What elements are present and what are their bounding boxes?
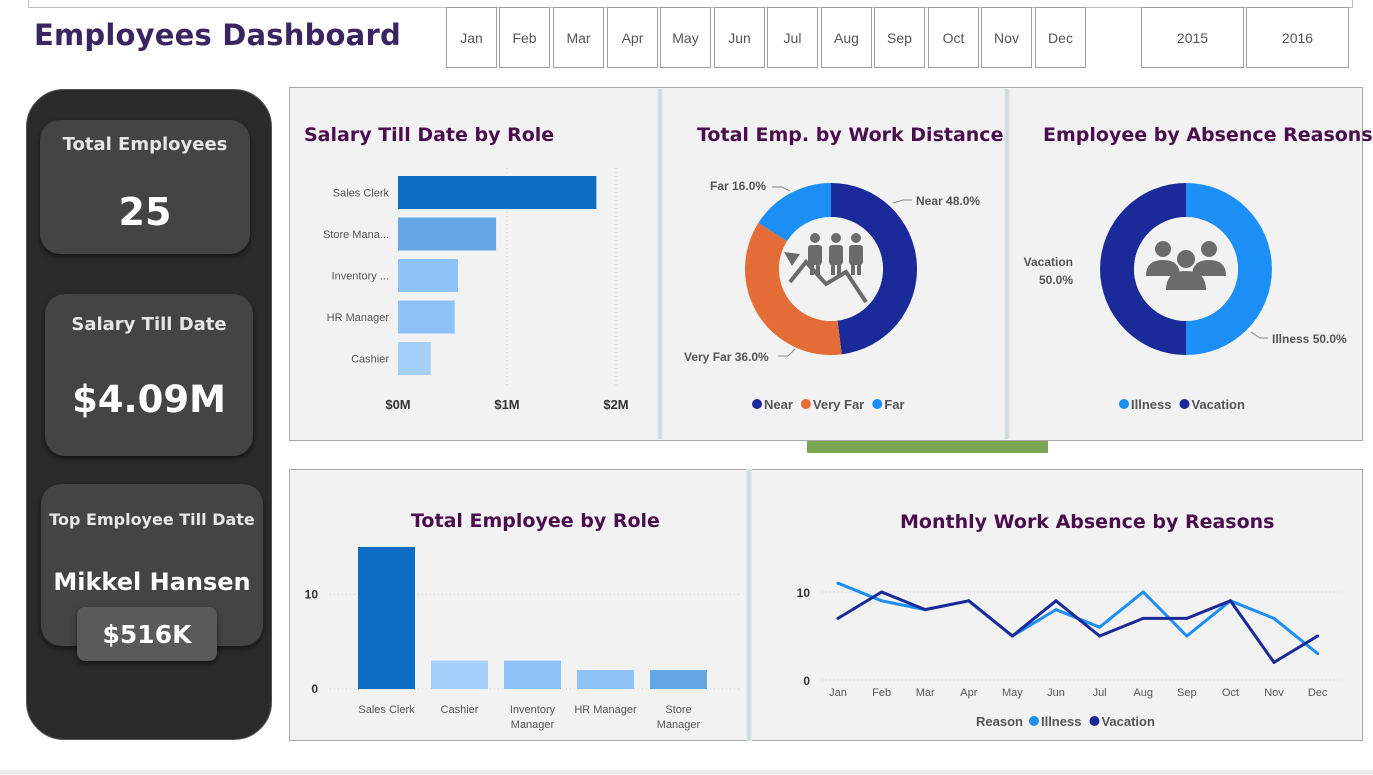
legend-marker [1089,716,1100,726]
x-tick-label: Jul [1093,687,1107,699]
x-tick-label: Oct [1222,687,1239,699]
data-point[interactable] [1141,616,1145,620]
data-point[interactable] [1316,652,1320,656]
legend-item[interactable]: Illness [1041,714,1081,729]
x-tick-label: Mar [916,687,935,699]
data-point[interactable] [1054,599,1058,603]
x-tick-label: Jan [829,687,847,699]
bar-0[interactable] [358,547,415,689]
y-tick-label: 10 [305,587,319,601]
data-point[interactable] [880,590,884,594]
x-tick-label: Jun [1047,687,1065,699]
x-tick-label: Store [665,704,691,716]
x-tick-label: Aug [1133,687,1153,699]
legend-title: Reason [976,714,1023,729]
x-tick-label: Apr [960,687,977,699]
x-tick-label: Dec [1308,687,1328,699]
x-tick-label: Manager [511,719,555,731]
data-point[interactable] [836,581,840,585]
charts-canvas-bottom: 0 10 Sales Clerk Cashier Inventory Manager HR … [305,547,1340,731]
bar-3[interactable] [577,670,634,689]
y-tick-label: 10 [797,586,811,600]
x-tick-label: Nov [1264,687,1284,699]
y-tick-label: 0 [311,682,318,696]
x-tick-label: Inventory [510,704,556,716]
bar-4[interactable] [650,670,707,689]
x-tick-label: Cashier [441,704,479,716]
data-point[interactable] [1272,660,1276,664]
data-point[interactable] [1228,599,1232,603]
legend-item[interactable]: Vacation [1101,714,1155,729]
data-point[interactable] [1316,634,1320,638]
legend-marker [1028,716,1039,726]
data-point[interactable] [1098,625,1102,629]
data-point[interactable] [1185,634,1189,638]
data-point[interactable] [923,608,927,612]
x-tick-label: Sales Clerk [358,704,415,716]
x-tick-label: Sep [1177,687,1197,699]
bar-2[interactable] [504,660,561,689]
bottom-frame [0,770,1373,775]
data-point[interactable] [1098,634,1102,638]
y-tick-label: 0 [803,674,810,688]
data-point[interactable] [1185,616,1189,620]
bar-1[interactable] [431,660,488,689]
x-tick-label: Manager [657,719,701,731]
series-line-vacation[interactable] [837,590,1319,664]
data-point[interactable] [1054,608,1058,612]
data-point[interactable] [1272,616,1276,620]
data-point[interactable] [1010,634,1014,638]
data-point[interactable] [836,616,840,620]
data-point[interactable] [1141,590,1145,594]
x-tick-label: HR Manager [574,704,637,716]
data-point[interactable] [880,599,884,603]
x-tick-label: Feb [872,687,891,699]
x-tick-label: May [1002,687,1023,699]
data-point[interactable] [967,599,971,603]
